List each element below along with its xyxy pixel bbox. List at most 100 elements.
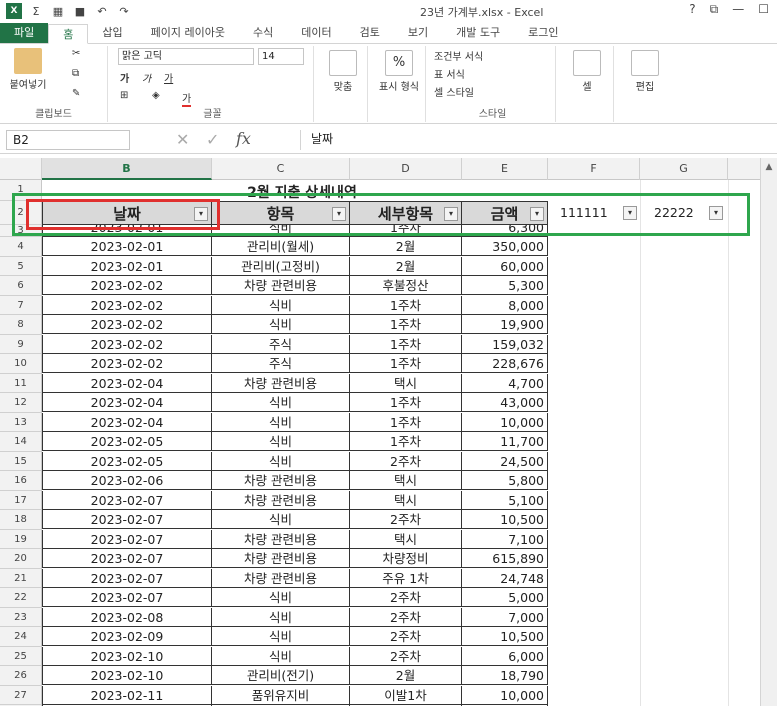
cell-item[interactable]: 관리비(고정비) — [212, 256, 350, 276]
cell-detail[interactable]: 택시 — [350, 471, 462, 490]
cell-date[interactable]: 2023-02-02 — [42, 295, 212, 315]
row-header[interactable]: 19 — [0, 529, 42, 549]
cell-item[interactable]: 식비 — [212, 646, 350, 666]
cell-amount[interactable]: 5,300 — [462, 276, 548, 295]
bold-icon[interactable]: 가 — [120, 70, 129, 85]
column-header-e[interactable]: E — [462, 158, 548, 180]
cells-button[interactable]: 셀 — [566, 50, 608, 93]
font-name-select[interactable]: 맑은 고딕 — [118, 48, 254, 65]
cell-item[interactable]: 차량 관련비용 — [212, 568, 350, 588]
cell-item[interactable]: 식비 — [212, 510, 350, 529]
cell-amount[interactable]: 10,500 — [462, 627, 548, 646]
cell-item[interactable]: 식비 — [212, 432, 350, 451]
cell-date[interactable]: 2023-02-10 — [42, 646, 212, 666]
row-header[interactable]: 26 — [0, 666, 42, 686]
cell-detail[interactable]: 택시 — [350, 529, 462, 549]
column-header-g[interactable]: G — [640, 158, 728, 180]
cell-date[interactable]: 2023-02-08 — [42, 607, 212, 627]
cell-amount[interactable]: 5,000 — [462, 588, 548, 607]
cell-item[interactable]: 식비 — [212, 451, 350, 471]
cell-detail[interactable]: 2주차 — [350, 510, 462, 529]
row-header[interactable]: 25 — [0, 646, 42, 666]
cell-detail[interactable]: 1주차 — [350, 334, 462, 354]
cell-detail[interactable]: 주유 1차 — [350, 568, 462, 588]
cell-amount[interactable]: 18,790 — [462, 666, 548, 685]
tab-home[interactable]: 홈 — [48, 24, 89, 44]
cell-detail[interactable]: 택시 — [350, 373, 462, 393]
cell-date[interactable]: 2023-02-05 — [42, 451, 212, 471]
cell-detail[interactable]: 2월 — [350, 666, 462, 685]
cell-detail[interactable]: 1주차 — [350, 354, 462, 373]
cell-amount[interactable]: 24,748 — [462, 568, 548, 588]
sign-in-link[interactable]: 로그인 — [514, 23, 572, 43]
cell-date[interactable]: 2023-02-02 — [42, 334, 212, 354]
tab-page-layout[interactable]: 페이지 레이아웃 — [137, 23, 239, 43]
row-header[interactable]: 17 — [0, 490, 42, 510]
cell-amount[interactable]: 5,800 — [462, 471, 548, 490]
cell-date[interactable]: 2023-02-04 — [42, 373, 212, 393]
cell-date[interactable]: 2023-02-11 — [42, 685, 212, 705]
cell-date[interactable]: 2023-02-01 — [42, 256, 212, 276]
editing-button[interactable]: 편집 — [624, 50, 666, 93]
cell-detail[interactable]: 2주차 — [350, 607, 462, 627]
cell-date[interactable]: 2023-02-07 — [42, 588, 212, 607]
cell-detail[interactable]: 이발1차 — [350, 685, 462, 705]
paste-button[interactable]: 붙여넣기 — [6, 48, 50, 91]
row-header[interactable]: 14 — [0, 432, 42, 452]
cell-amount[interactable]: 350,000 — [462, 237, 548, 256]
cell-date[interactable]: 2023-02-02 — [42, 276, 212, 295]
cell-detail[interactable]: 차량정비 — [350, 549, 462, 568]
cell-item[interactable]: 식비 — [212, 295, 350, 315]
column-header-b[interactable]: B — [42, 158, 212, 180]
save-icon[interactable]: ■ — [72, 5, 88, 18]
row-header[interactable]: 27 — [0, 685, 42, 705]
cell-amount[interactable]: 10,500 — [462, 510, 548, 529]
undo-icon[interactable]: ↶ — [94, 5, 110, 18]
row-header[interactable]: 11 — [0, 373, 42, 393]
cell-detail[interactable]: 1주차 — [350, 432, 462, 451]
row-header[interactable]: 6 — [0, 276, 42, 296]
cell-date[interactable]: 2023-02-04 — [42, 393, 212, 412]
column-header-c[interactable]: C — [212, 158, 350, 180]
tab-developer[interactable]: 개발 도구 — [442, 23, 514, 43]
cell-date[interactable]: 2023-02-02 — [42, 354, 212, 373]
tab-insert[interactable]: 삽입 — [88, 23, 136, 43]
row-header[interactable]: 5 — [0, 256, 42, 276]
cell-item[interactable]: 차량 관련비용 — [212, 373, 350, 393]
help-button[interactable]: ? — [689, 2, 695, 17]
cell-detail[interactable]: 2주차 — [350, 627, 462, 646]
cell-item[interactable]: 식비 — [212, 393, 350, 412]
cut-icon[interactable]: ✂ — [72, 48, 80, 59]
redo-icon[interactable]: ↷ — [116, 5, 132, 18]
cell-amount[interactable]: 60,000 — [462, 256, 548, 276]
cell-item[interactable]: 식비 — [212, 315, 350, 334]
ribbon-display-button[interactable]: ⧉ — [710, 2, 719, 17]
cell-detail[interactable]: 2주차 — [350, 588, 462, 607]
border-icon[interactable]: ⊞ — [120, 90, 128, 101]
row-header[interactable]: 23 — [0, 607, 42, 627]
row-header[interactable]: 22 — [0, 588, 42, 608]
cell-date[interactable]: 2023-02-10 — [42, 666, 212, 685]
cell-date[interactable]: 2023-02-07 — [42, 490, 212, 510]
form-icon[interactable]: ▦ — [50, 5, 66, 18]
row-header[interactable]: 13 — [0, 412, 42, 432]
cell-amount[interactable]: 159,032 — [462, 334, 548, 354]
autosum-icon[interactable]: Σ — [28, 5, 44, 18]
conditional-format-button[interactable]: 조건부 서식 — [434, 48, 483, 63]
tab-view[interactable]: 보기 — [394, 23, 442, 43]
cell-amount[interactable]: 5,100 — [462, 490, 548, 510]
row-header[interactable]: 24 — [0, 627, 42, 647]
cell-detail[interactable]: 1주차 — [350, 412, 462, 432]
cell-amount[interactable]: 11,700 — [462, 432, 548, 451]
cell-amount[interactable]: 8,000 — [462, 295, 548, 315]
scroll-up-icon[interactable]: ▲ — [761, 162, 777, 172]
cell-amount[interactable]: 4,700 — [462, 373, 548, 393]
cell-item[interactable]: 관리비(전기) — [212, 666, 350, 685]
cell-date[interactable]: 2023-02-07 — [42, 568, 212, 588]
cell-date[interactable]: 2023-02-05 — [42, 432, 212, 451]
insert-function-icon[interactable]: fx — [236, 129, 251, 148]
cell-amount[interactable]: 10,000 — [462, 685, 548, 705]
row-header[interactable]: 16 — [0, 471, 42, 491]
cell-date[interactable]: 2023-02-02 — [42, 315, 212, 334]
cell-detail[interactable]: 택시 — [350, 490, 462, 510]
